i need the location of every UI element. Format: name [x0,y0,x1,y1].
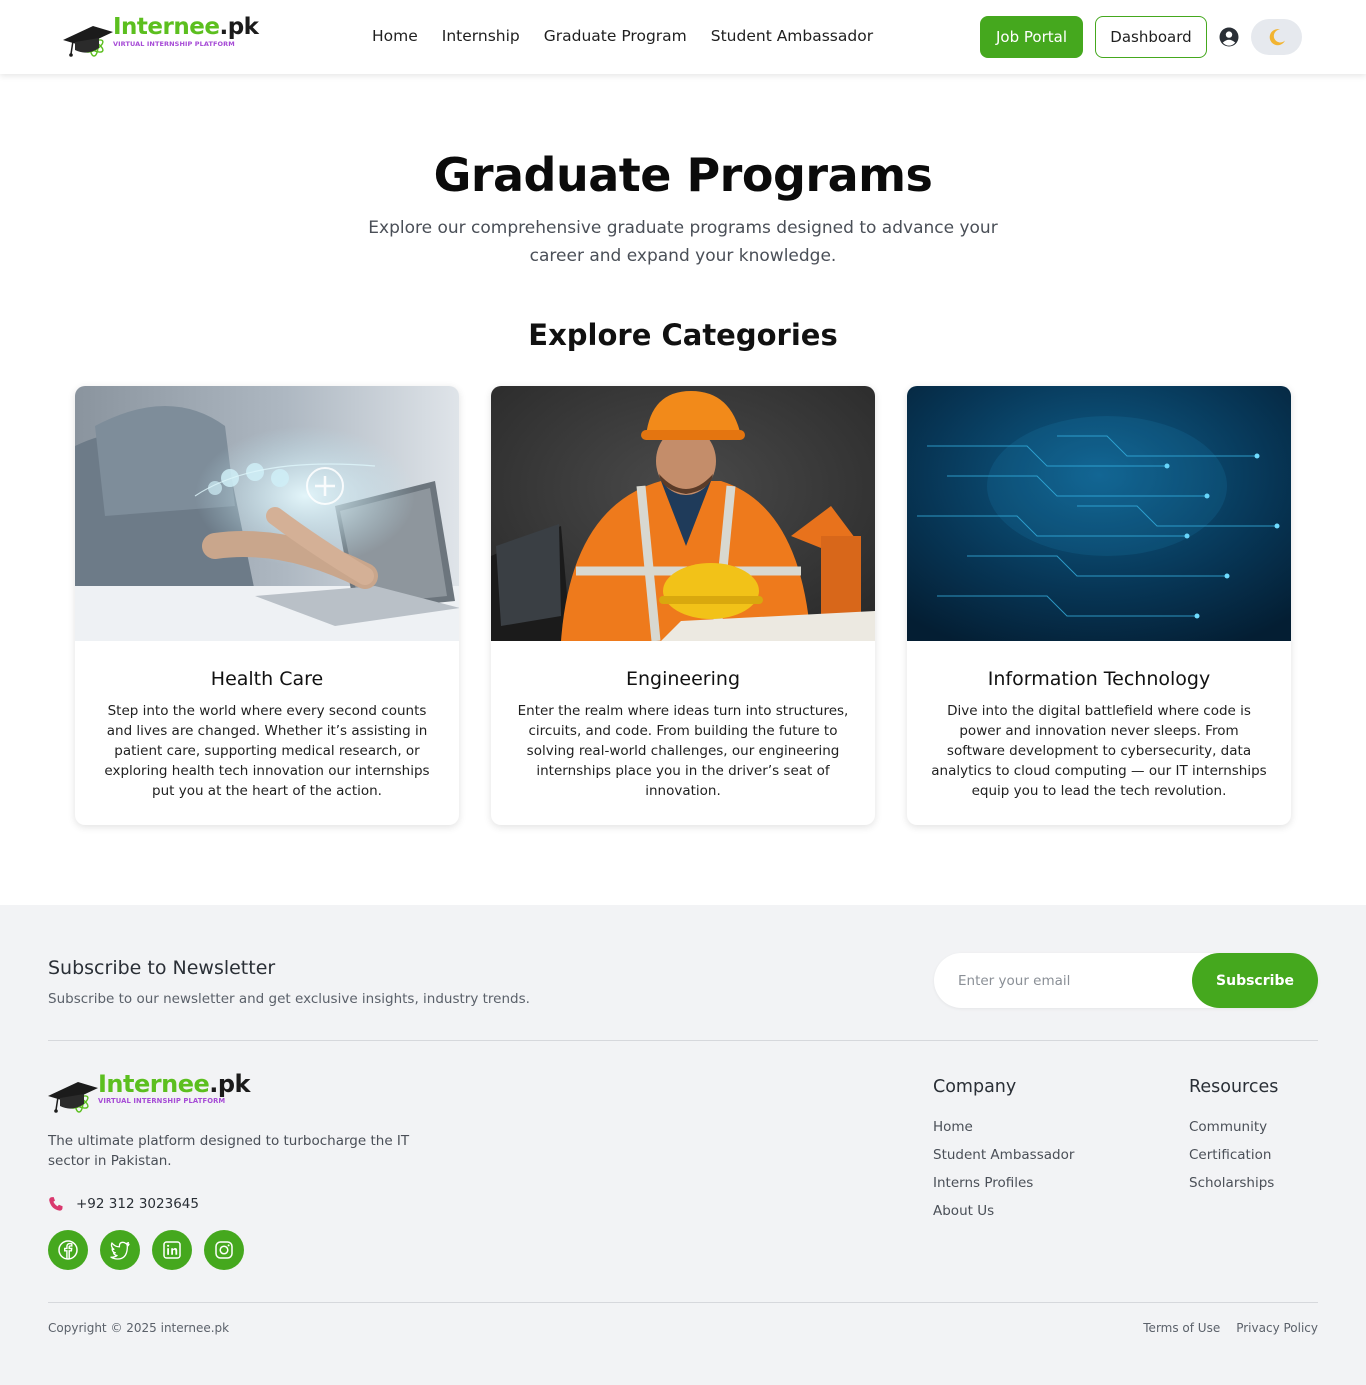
site-logo[interactable]: Internee.pk VIRTUAL INTERNSHIP PLATFORM [63,14,259,60]
theme-toggle[interactable] [1251,19,1302,55]
twitter-icon [110,1241,130,1260]
logo-wordmark: Internee.pk [113,14,259,40]
privacy-policy-link[interactable]: Privacy Policy [1236,1321,1318,1335]
terms-of-use-link[interactable]: Terms of Use [1143,1321,1220,1335]
newsletter-form: Subscribe [934,953,1318,1008]
resources-heading: Resources [1189,1077,1279,1097]
linkedin-link[interactable] [152,1230,192,1270]
footer-logo[interactable]: Internee.pk VIRTUAL INTERNSHIP PLATFORM [48,1070,251,1116]
footer-link-certification[interactable]: Certification [1189,1141,1278,1169]
social-links [48,1230,244,1270]
job-portal-button[interactable]: Job Portal [980,16,1083,58]
information-technology-image [907,386,1291,641]
twitter-link[interactable] [100,1230,140,1270]
card-description: Step into the world where every second c… [104,703,430,799]
card-title: Engineering [626,668,740,690]
engineering-image [491,386,875,641]
footer-link-student-ambassador[interactable]: Student Ambassador [933,1141,1074,1169]
moon-icon [1269,29,1285,46]
card-title: Health Care [210,668,324,690]
nav-home[interactable]: Home [372,27,418,45]
footer-resources-column: Resources Community Certification Schola… [1189,1077,1278,1197]
logo-tagline: VIRTUAL INTERNSHIP PLATFORM [98,1097,226,1105]
company-heading: Company [933,1077,1017,1097]
site-footer: Subscribe to Newsletter Subscribe to our… [0,905,1366,1385]
category-card-information-technology[interactable]: Information Technology Dive into the dig… [907,386,1291,825]
instagram-link[interactable] [204,1230,244,1270]
main-nav: Home Internship Graduate Program Student… [372,27,873,45]
card-title: Information Technology [987,668,1211,690]
site-header: Internee.pk VIRTUAL INTERNSHIP PLATFORM … [0,0,1366,74]
page-subtitle: Explore our comprehensive graduate progr… [368,218,998,266]
dashboard-button[interactable]: Dashboard [1095,16,1207,58]
phone-icon [49,1197,63,1211]
health-care-image [75,386,459,641]
footer-link-community[interactable]: Community [1189,1113,1278,1141]
graduation-cap-icon [48,1082,98,1113]
newsletter-title: Subscribe to Newsletter [48,957,276,979]
newsletter-email-input[interactable] [958,953,1188,1008]
footer-description: The ultimate platform designed to turboc… [48,1133,410,1169]
footer-link-scholarships[interactable]: Scholarships [1189,1169,1278,1197]
footer-link-home[interactable]: Home [933,1113,1074,1141]
newsletter-subtitle: Subscribe to our newsletter and get excl… [48,991,530,1007]
nav-internship[interactable]: Internship [442,27,520,45]
linkedin-icon [163,1241,181,1259]
category-card-health-care[interactable]: Health Care Step into the world where ev… [75,386,459,825]
copyright-text: Copyright © 2025 internee.pk [48,1321,230,1335]
nav-student-ambassador[interactable]: Student Ambassador [711,27,873,45]
card-description: Enter the realm where ideas turn into st… [517,703,849,799]
nav-graduate-program[interactable]: Graduate Program [544,27,687,45]
card-description: Dive into the digital battlefield where … [931,703,1267,799]
footer-divider [48,1040,1318,1041]
footer-company-column: Company Home Student Ambassador Interns … [933,1077,1074,1225]
categories-title: Explore Categories [528,318,838,352]
legal-links: Terms of Use Privacy Policy [1143,1321,1318,1335]
phone-number: +92 312 3023645 [76,1196,199,1212]
subscribe-button[interactable]: Subscribe [1192,953,1318,1008]
graduation-cap-icon [63,26,113,57]
instagram-icon [215,1241,233,1259]
logo-tagline: VIRTUAL INTERNSHIP PLATFORM [113,40,235,48]
page-title: Graduate Programs [433,148,933,202]
footer-phone[interactable]: +92 312 3023645 [48,1196,199,1212]
facebook-link[interactable] [48,1230,88,1270]
logo-wordmark: Internee.pk [98,1070,251,1098]
footer-link-about-us[interactable]: About Us [933,1197,1074,1225]
facebook-icon [58,1240,78,1260]
user-circle-icon[interactable] [1219,27,1239,47]
footer-bottom-divider [48,1302,1318,1303]
footer-link-interns-profiles[interactable]: Interns Profiles [933,1169,1074,1197]
category-card-engineering[interactable]: Engineering Enter the realm where ideas … [491,386,875,825]
